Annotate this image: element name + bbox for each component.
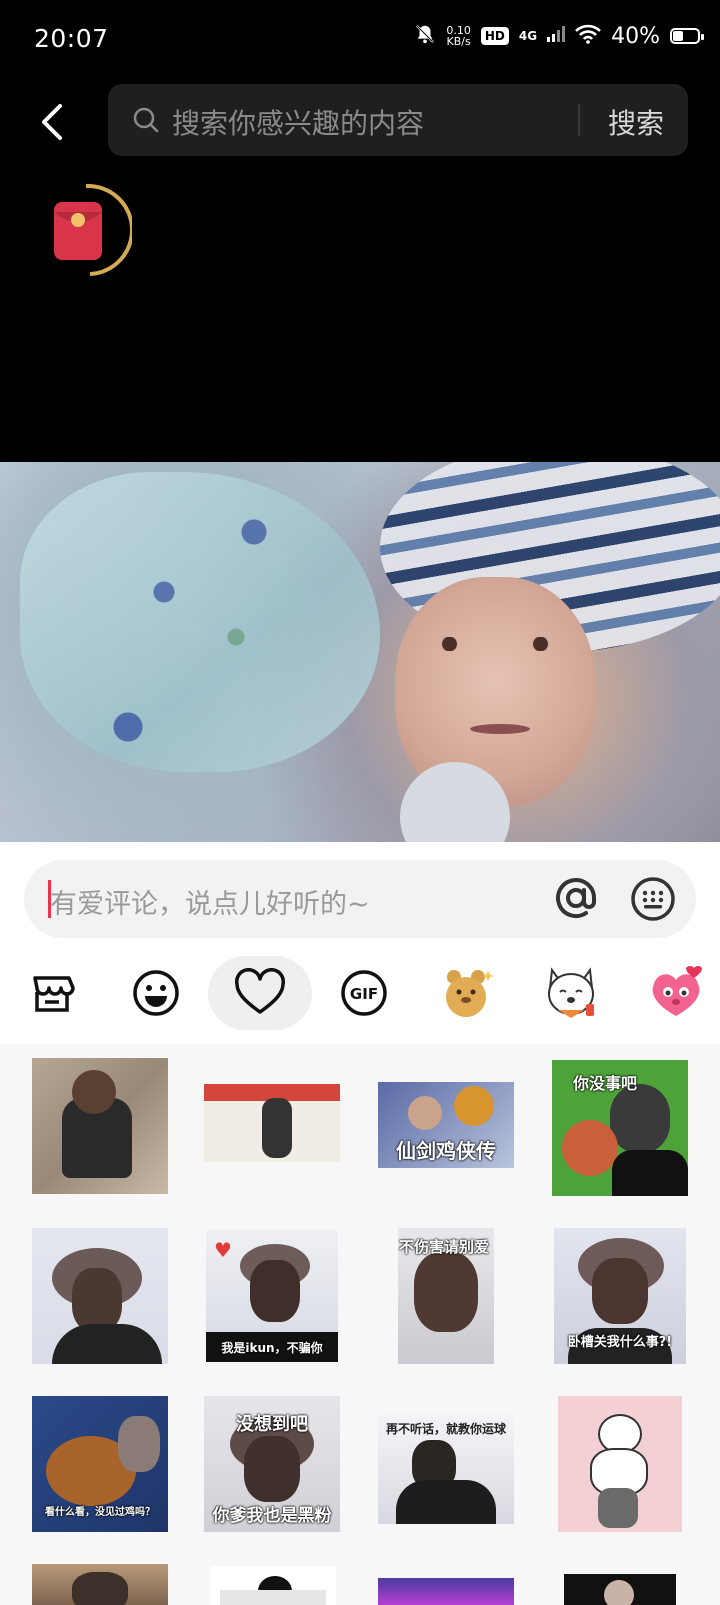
search-input[interactable]: 搜索你感兴趣的内容 <box>172 102 424 142</box>
comment-input-row: 有爱评论，说点儿好听的~ <box>0 842 720 942</box>
tab-emoji[interactable] <box>104 956 208 1030</box>
emoji-category-tabs: GIF <box>0 942 720 1044</box>
mute-bell-icon <box>414 23 436 49</box>
back-button[interactable] <box>34 100 74 144</box>
signal-icon <box>547 26 566 46</box>
red-packet-widget[interactable] <box>52 182 134 278</box>
tab-pink-stickers[interactable] <box>624 956 720 1030</box>
sticker-caption: 不伤害请别爱 <box>398 1238 489 1256</box>
sticker-item[interactable]: 看什么看，没见过鸡吗？ <box>32 1396 168 1532</box>
red-packet-icon <box>54 183 134 276</box>
sticker-item[interactable]: 卧槽关我什么事?! <box>554 1228 686 1364</box>
comment-panel: 有爱评论，说点儿好听的~ GIF 仙剑鸡侠传 你没事吧 ♥ 我是ikun，不骗你… <box>0 842 720 1605</box>
sticker-caption: 你爹我也是黑粉 <box>212 1506 332 1526</box>
search-icon <box>132 106 160 138</box>
comment-input[interactable]: 有爱评论，说点儿好听的~ <box>24 860 696 938</box>
sticker-caption: 再不听话，就教你运球 <box>385 1422 506 1436</box>
tab-favorites[interactable] <box>208 956 312 1030</box>
wifi-icon <box>575 24 602 48</box>
pink-octopus-sticker-icon <box>652 966 702 1016</box>
tab-gif[interactable]: GIF <box>312 956 416 1030</box>
heart-icon <box>234 968 286 1014</box>
sticker-caption: 没想到吧 <box>236 1414 308 1435</box>
tab-dog-stickers[interactable] <box>520 956 624 1030</box>
tab-store[interactable] <box>0 956 104 1030</box>
sticker-item[interactable]: 不伤害请别爱 <box>398 1228 494 1364</box>
sticker-item[interactable] <box>32 1228 168 1364</box>
sticker-item[interactable]: 再不听话，就教你运球 <box>378 1414 514 1524</box>
sticker-grid: 仙剑鸡侠传 你没事吧 ♥ 我是ikun，不骗你 不伤害请别爱 卧槽关我什么事?!… <box>0 1044 720 1605</box>
store-icon <box>33 976 75 1012</box>
smiley-icon <box>133 970 179 1016</box>
video-preview[interactable] <box>0 462 720 842</box>
video-mouth-shape <box>470 724 530 734</box>
status-bar: 20:07 0.10 KB/s HD 4G 40% <box>0 0 720 72</box>
sticker-caption: 卧槽关我什么事?! <box>567 1335 673 1350</box>
heart-icon: ♥ <box>214 1238 232 1262</box>
status-icons: 0.10 KB/s HD 4G 40% <box>414 20 704 52</box>
status-time: 20:07 <box>34 24 109 53</box>
search-bar[interactable]: 搜索你感兴趣的内容 搜索 <box>108 84 688 156</box>
comment-placeholder: 有爱评论，说点儿好听的~ <box>50 889 370 920</box>
sticker-caption: 仙剑鸡侠传 <box>396 1139 496 1163</box>
sticker-item[interactable] <box>32 1564 168 1605</box>
battery-fill <box>673 31 684 41</box>
gif-icon: GIF <box>341 970 387 1016</box>
hd-badge: HD <box>480 27 509 45</box>
search-button[interactable]: 搜索 <box>608 102 664 142</box>
sticker-item[interactable]: 没想到吧 你爹我也是黑粉 <box>204 1396 340 1532</box>
at-mention-icon[interactable] <box>552 874 600 926</box>
svg-text:GIF: GIF <box>350 985 378 1003</box>
chevron-left-icon <box>42 104 62 140</box>
sticker-item[interactable] <box>210 1566 336 1605</box>
sticker-item[interactable] <box>204 1084 340 1162</box>
sticker-item[interactable] <box>564 1574 676 1605</box>
video-eyes-shape <box>430 637 560 651</box>
sticker-caption: 我是ikun，不骗你 <box>221 1341 323 1355</box>
sticker-item[interactable] <box>558 1396 682 1532</box>
sticker-caption: 看什么看，没见过鸡吗？ <box>45 1507 155 1518</box>
battery-percent: 40% <box>611 23 660 49</box>
sticker-caption: 你没事吧 <box>572 1074 637 1093</box>
bear-sticker-icon <box>446 970 494 1017</box>
battery-icon <box>670 28 704 44</box>
tab-bear-stickers[interactable] <box>416 956 520 1030</box>
sticker-item[interactable]: 你没事吧 <box>552 1060 688 1196</box>
network-type: 4G <box>518 29 538 43</box>
emoji-keyboard-icon[interactable] <box>630 876 676 926</box>
net-speed-unit: KB/s <box>446 35 471 48</box>
sticker-item[interactable] <box>378 1578 514 1605</box>
dog-sticker-icon <box>548 967 594 1018</box>
net-speed: 0.10 KB/s <box>446 25 471 47</box>
sticker-item[interactable]: 仙剑鸡侠传 <box>378 1082 514 1168</box>
top-bar: 搜索你感兴趣的内容 搜索 <box>0 72 720 172</box>
sticker-item[interactable] <box>32 1058 168 1194</box>
search-divider <box>578 104 580 136</box>
video-fan-shape <box>20 472 380 772</box>
sticker-item[interactable]: ♥ 我是ikun，不骗你 <box>206 1230 338 1362</box>
